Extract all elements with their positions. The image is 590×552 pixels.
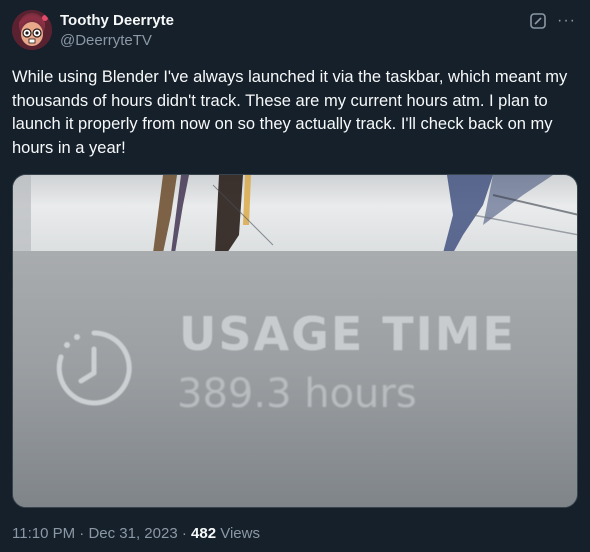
author-info: Toothy Deerryte @DeerryteTV bbox=[60, 12, 174, 51]
top-actions: ··· bbox=[529, 12, 576, 30]
clock-icon bbox=[56, 330, 132, 406]
handle[interactable]: @DeerryteTV bbox=[60, 31, 174, 51]
media-image[interactable]: USAGE TIME 389.3 hours bbox=[12, 174, 578, 508]
avatar[interactable] bbox=[12, 10, 52, 50]
views-count[interactable]: 482 bbox=[191, 525, 216, 542]
tweet-time[interactable]: 11:10 PM bbox=[12, 525, 75, 542]
blender-window-graphic bbox=[13, 175, 577, 253]
usage-time-value: 389.3 hours bbox=[177, 371, 417, 417]
display-name[interactable]: Toothy Deerryte bbox=[60, 12, 174, 30]
tweet-date[interactable]: Dec 31, 2023 bbox=[88, 525, 177, 542]
more-icon[interactable]: ··· bbox=[557, 13, 576, 29]
meta-separator: · bbox=[177, 525, 192, 542]
views-label: Views bbox=[216, 525, 260, 542]
usage-time-label: USAGE TIME bbox=[179, 307, 516, 361]
avatar-image bbox=[12, 10, 52, 50]
tweet-meta: 11:10 PM · Dec 31, 2023 · 482 Views bbox=[12, 524, 260, 544]
grok-icon[interactable] bbox=[529, 12, 547, 30]
meta-separator: · bbox=[75, 525, 89, 542]
media-background bbox=[13, 175, 577, 253]
tweet-text: While using Blender I've always launched… bbox=[12, 68, 568, 157]
